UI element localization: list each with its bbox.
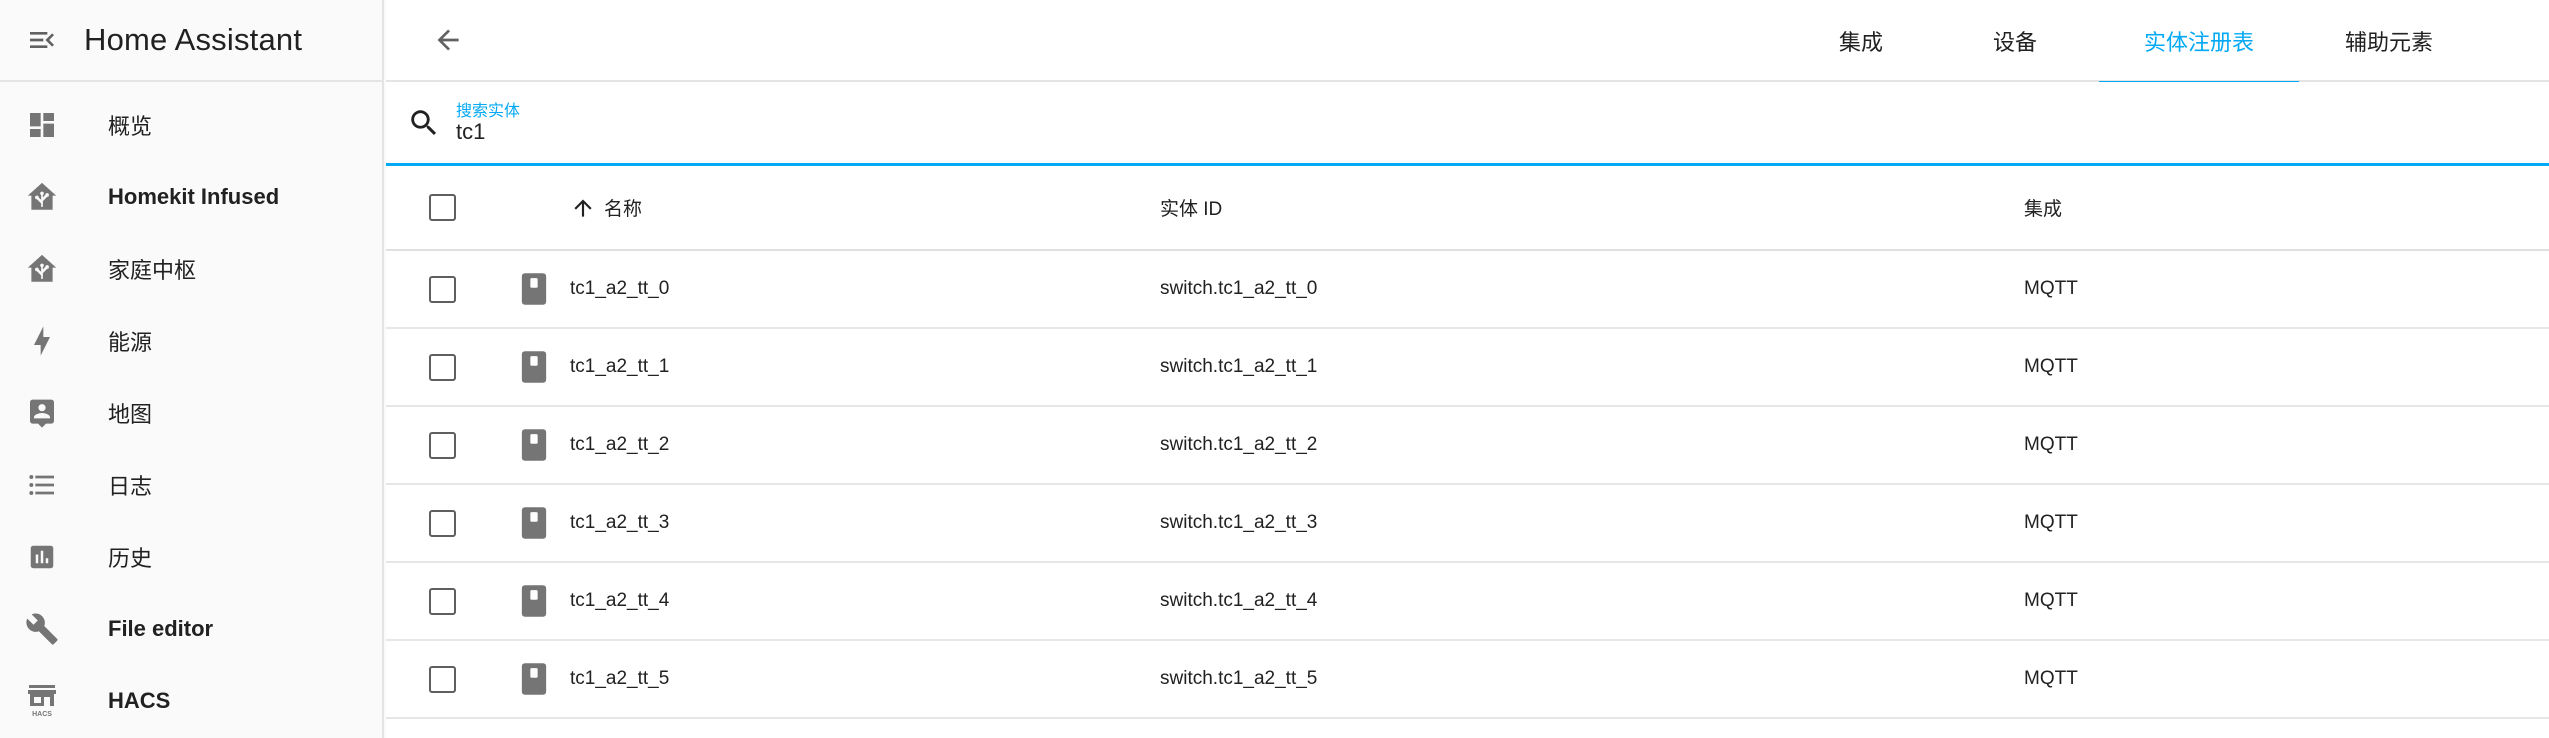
menu-open-icon (30, 32, 54, 48)
lightning-bolt-icon (0, 305, 84, 377)
light-switch-icon (521, 585, 547, 617)
entity-name: tc1_a2_tt_2 (570, 434, 670, 455)
tab-helpers[interactable]: 辅助元素 (2299, 0, 2479, 82)
entity-id: switch.tc1_a2_tt_5 (1160, 668, 1318, 689)
entity-id: switch.tc1_a2_tt_3 (1160, 512, 1318, 533)
sidebar-item-logbook[interactable]: 日志 (0, 449, 382, 521)
sidebar-item-overview[interactable]: 概览 (0, 89, 382, 161)
search-label: 搜索实体 (456, 102, 521, 120)
format-list-bulleted-icon (0, 449, 84, 521)
entity-integration: MQTT (2024, 512, 2078, 533)
arrow-up-icon (570, 195, 596, 221)
sidebar-item-label: HACS (108, 688, 171, 713)
sidebar-nav: 概览 Homekit Infused 家庭中枢 能源 地图 日志 历史 File… (0, 82, 382, 737)
entity-id: switch.tc1_a2_tt_4 (1160, 590, 1318, 611)
entity-table: 名称 实体 ID 集成 tc1_a2_tt_0 switch.tc1_a2_tt… (386, 166, 2549, 719)
entity-integration: MQTT (2024, 356, 2078, 377)
arrow-left-icon (437, 29, 459, 51)
sidebar-item-energy[interactable]: 能源 (0, 305, 382, 377)
table-row[interactable]: tc1_a2_tt_3 switch.tc1_a2_tt_3 MQTT (386, 485, 2549, 563)
home-assistant-icon (0, 233, 84, 305)
sidebar-item-history[interactable]: 历史 (0, 521, 382, 593)
back-button[interactable] (412, 4, 484, 76)
chart-box-icon (0, 521, 84, 593)
entity-integration: MQTT (2024, 434, 2078, 455)
sidebar-item-hacs[interactable]: HACS HACS (0, 665, 382, 737)
account-box-icon (0, 377, 84, 449)
column-header-integration[interactable]: 集成 (2024, 194, 2549, 221)
sidebar: Home Assistant 概览 Homekit Infused 家庭中枢 能… (0, 0, 384, 738)
entity-id: switch.tc1_a2_tt_0 (1160, 278, 1318, 299)
light-switch-icon (521, 429, 547, 461)
sidebar-item-label: 地图 (108, 402, 153, 427)
search-bar: 搜索实体 (386, 82, 2549, 166)
entity-integration: MQTT (2024, 590, 2078, 611)
sidebar-item-label: 家庭中枢 (108, 258, 197, 283)
row-checkbox[interactable] (428, 275, 456, 303)
tab-integrations[interactable]: 集成 (1791, 0, 1931, 82)
column-label-name: 名称 (604, 199, 643, 220)
entity-integration: MQTT (2024, 278, 2078, 299)
select-all-checkbox[interactable] (428, 194, 456, 221)
home-assistant-icon (0, 161, 84, 233)
sidebar-item-homekit-infused[interactable]: Homekit Infused (0, 161, 382, 233)
sidebar-item-label: 概览 (108, 114, 153, 139)
hacs-icon: HACS (0, 665, 84, 737)
sidebar-item-label: Homekit Infused (108, 184, 280, 209)
column-header-entity-id[interactable]: 实体 ID (1160, 194, 2024, 221)
svg-text:HACS: HACS (32, 711, 52, 718)
sidebar-item-file-editor[interactable]: File editor (0, 593, 382, 665)
table-header: 名称 实体 ID 集成 (386, 166, 2549, 251)
sidebar-item-label: 历史 (108, 546, 153, 571)
row-checkbox[interactable] (428, 665, 456, 693)
light-switch-icon (521, 273, 547, 305)
table-row[interactable]: tc1_a2_tt_4 switch.tc1_a2_tt_4 MQTT (386, 563, 2549, 641)
config-tabs: 集成 设备 实体注册表 辅助元素 (1791, 0, 2549, 84)
toolbar: 集成 设备 实体注册表 辅助元素 (386, 0, 2549, 84)
table-row[interactable]: tc1_a2_tt_5 switch.tc1_a2_tt_5 MQTT (386, 641, 2549, 719)
light-switch-icon (521, 663, 547, 695)
search-icon (404, 103, 444, 143)
row-checkbox[interactable] (428, 509, 456, 537)
entity-name: tc1_a2_tt_4 (570, 590, 670, 611)
entity-id: switch.tc1_a2_tt_1 (1160, 356, 1318, 377)
light-switch-icon (521, 507, 547, 539)
sidebar-item-map[interactable]: 地图 (0, 377, 382, 449)
sidebar-item-label: 能源 (108, 330, 153, 355)
tab-devices[interactable]: 设备 (1931, 0, 2099, 82)
row-checkbox[interactable] (428, 353, 456, 381)
entity-name: tc1_a2_tt_5 (570, 668, 670, 689)
search-input[interactable] (456, 118, 1056, 145)
wrench-icon (0, 593, 84, 665)
column-header-name[interactable]: 名称 (570, 194, 1160, 221)
entity-id: switch.tc1_a2_tt_2 (1160, 434, 1318, 455)
tab-entities[interactable]: 实体注册表 (2099, 0, 2299, 84)
main-content: 集成 设备 实体注册表 辅助元素 搜索实体 名称 实体 ID 集成 (386, 0, 2549, 738)
entity-name: tc1_a2_tt_1 (570, 356, 670, 377)
table-row[interactable]: tc1_a2_tt_2 switch.tc1_a2_tt_2 MQTT (386, 407, 2549, 485)
table-row[interactable]: tc1_a2_tt_0 switch.tc1_a2_tt_0 MQTT (386, 251, 2549, 329)
sidebar-header: Home Assistant (0, 0, 382, 82)
row-checkbox[interactable] (428, 587, 456, 615)
sidebar-item-home-hub[interactable]: 家庭中枢 (0, 233, 382, 305)
entity-name: tc1_a2_tt_0 (570, 278, 670, 299)
light-switch-icon (521, 351, 547, 383)
app-title: Home Assistant (84, 22, 303, 57)
menu-toggle-button[interactable] (0, 0, 84, 81)
row-checkbox[interactable] (428, 431, 456, 459)
entity-name: tc1_a2_tt_3 (570, 512, 670, 533)
view-dashboard-icon (0, 89, 84, 161)
table-row[interactable]: tc1_a2_tt_1 switch.tc1_a2_tt_1 MQTT (386, 329, 2549, 407)
sidebar-item-label: File editor (108, 616, 214, 641)
entity-integration: MQTT (2024, 668, 2078, 689)
sidebar-item-label: 日志 (108, 474, 153, 499)
